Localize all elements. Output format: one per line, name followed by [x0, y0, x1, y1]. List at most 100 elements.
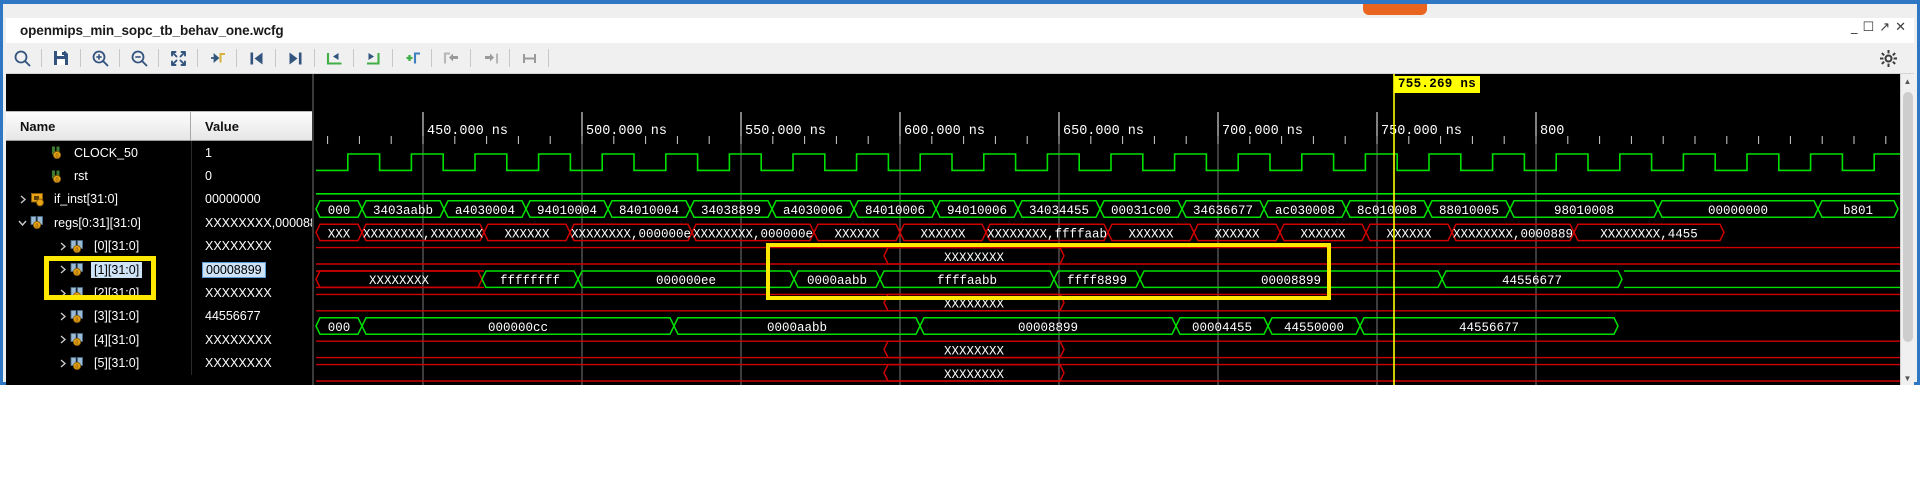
- vertical-scrollbar[interactable]: ▲ ▼: [1900, 74, 1914, 385]
- signal-value-cell[interactable]: XXXXXXXX: [191, 328, 312, 352]
- chevron-right-icon[interactable]: [54, 311, 70, 322]
- signal-name-cell[interactable]: 0 CLOCK_50: [6, 141, 191, 164]
- zoom-fit-icon[interactable]: [162, 44, 194, 72]
- signal-name-cell[interactable]: 0 [4][31:0]: [6, 328, 191, 351]
- column-header-value[interactable]: Value: [191, 112, 312, 140]
- signal-value-text: 0: [205, 169, 212, 184]
- next-transition-icon[interactable]: [279, 44, 311, 72]
- scroll-down-arrow-icon[interactable]: ▼: [1901, 371, 1914, 385]
- time-tick-label: 500.000 ns: [586, 124, 667, 139]
- waveform-canvas[interactable]: 450.000 ns 500.000 ns 550.000 ns 600.000 ns…: [314, 74, 1914, 385]
- measure-icon[interactable]: [513, 44, 545, 72]
- svg-text:0: 0: [55, 154, 58, 160]
- signal-value-cell[interactable]: 00008899: [191, 257, 312, 282]
- previous-transition-icon[interactable]: [240, 44, 272, 72]
- maximize-button[interactable]: ↗: [1879, 20, 1895, 35]
- reg3-bus-label: 00004455: [1192, 321, 1252, 335]
- signal-row[interactable]: 0 [5][31:0] XXXXXXXX: [6, 351, 312, 375]
- window-accent-pill: [1363, 4, 1427, 15]
- gear-icon[interactable]: [1872, 44, 1904, 72]
- if-inst-bus-label: a4030004: [455, 204, 515, 218]
- chevron-right-icon[interactable]: [54, 358, 70, 369]
- waveform-canvas-panel[interactable]: 450.000 ns 500.000 ns 550.000 ns 600.000 ns…: [314, 74, 1914, 385]
- signal-value-text: XXXXXXXX: [205, 239, 272, 254]
- close-button[interactable]: ✕: [1895, 20, 1911, 35]
- chevron-right-icon[interactable]: [54, 288, 70, 299]
- signal-value-cell[interactable]: 00000000: [191, 187, 312, 212]
- reg5-bus-label: XXXXXXXX: [944, 368, 1005, 382]
- go-to-time-icon[interactable]: [201, 44, 233, 72]
- add-divider-icon[interactable]: [396, 44, 428, 72]
- chevron-right-icon[interactable]: [14, 194, 30, 205]
- signal-row[interactable]: 0 rst 0: [6, 164, 312, 188]
- scrollbar-thumb[interactable]: [1903, 92, 1913, 342]
- regs-bus-label: XXXXXXXX,ffffaab: [987, 227, 1107, 241]
- logic-signal-icon: 0: [50, 169, 67, 184]
- if-inst-bus-label: 00031c00: [1111, 204, 1171, 218]
- signal-name-label: [2][31:0]: [94, 286, 140, 301]
- signal-name-cell[interactable]: 0 regs[0:31][31:0]: [6, 211, 191, 234]
- reg3-bus-label: 44550000: [1284, 321, 1344, 335]
- svg-text:0: 0: [36, 224, 39, 230]
- signal-value-cell[interactable]: XXXXXXXX: [191, 234, 312, 258]
- toolbar-separator: [431, 49, 432, 67]
- toolbar-separator: [353, 49, 354, 67]
- chevron-right-icon[interactable]: [54, 334, 70, 345]
- save-icon[interactable]: [45, 44, 77, 72]
- if-inst-bus-label: 94010004: [537, 204, 597, 218]
- toolbar-separator: [119, 49, 120, 67]
- toolbar-separator: [41, 49, 42, 67]
- scroll-up-arrow-icon[interactable]: ▲: [1901, 74, 1914, 88]
- signal-row[interactable]: 0 [1][31:0] 00008899: [6, 257, 312, 282]
- reg1-bus-label: 000000ee: [656, 274, 716, 288]
- signal-name-label: [3][31:0]: [94, 309, 140, 324]
- next-marker-icon[interactable]: [474, 44, 506, 72]
- signal-name-cell[interactable]: 0 [5][31:0]: [6, 352, 191, 375]
- signal-name-cell[interactable]: 0 [3][31:0]: [6, 305, 191, 328]
- signal-value-cell[interactable]: XXXXXXXX: [191, 351, 312, 375]
- array-signal-icon: 0: [70, 356, 87, 371]
- minimize-button[interactable]: _: [1851, 20, 1863, 35]
- signal-row[interactable]: 0 regs[0:31][31:0] XXXXXXXX,00008899,: [6, 211, 312, 235]
- move-marker-right-icon[interactable]: [357, 44, 389, 72]
- svg-text:0: 0: [76, 364, 79, 370]
- signal-value-cell[interactable]: 44556677: [191, 304, 312, 329]
- regs-bus-label: XXX: [328, 227, 351, 241]
- column-header-name[interactable]: Name: [6, 112, 191, 140]
- signal-row[interactable]: if_inst[31:0] 00000000: [6, 187, 312, 212]
- signal-value-cell[interactable]: XXXXXXXX,00008899,: [191, 211, 312, 235]
- toolbar: [6, 43, 1914, 74]
- signal-name-cell[interactable]: 0 [1][31:0]: [6, 258, 191, 281]
- search-icon[interactable]: [6, 44, 38, 72]
- chevron-down-icon[interactable]: [14, 217, 30, 228]
- array-signal-icon: 0: [70, 262, 87, 277]
- signal-name-cell[interactable]: 0 [2][31:0]: [6, 281, 191, 304]
- previous-marker-icon[interactable]: [435, 44, 467, 72]
- chevron-right-icon[interactable]: [54, 264, 70, 275]
- window-controls[interactable]: _☐↗✕: [1851, 20, 1911, 35]
- signal-row[interactable]: 0 [3][31:0] 44556677: [6, 304, 312, 329]
- signal-name-cell[interactable]: 0 [0][31:0]: [6, 235, 191, 258]
- chevron-right-icon[interactable]: [54, 241, 70, 252]
- signal-value-cell[interactable]: 1: [191, 141, 312, 165]
- signal-name-cell[interactable]: 0 rst: [6, 164, 191, 187]
- signal-row[interactable]: 0 [0][31:0] XXXXXXXX: [6, 234, 312, 258]
- svg-text:0: 0: [76, 270, 79, 276]
- signal-value-cell[interactable]: XXXXXXXX: [191, 281, 312, 305]
- signal-row[interactable]: 0 [4][31:0] XXXXXXXX: [6, 328, 312, 352]
- restore-button[interactable]: ☐: [1863, 20, 1880, 35]
- toolbar-separator: [80, 49, 81, 67]
- signal-name-label: CLOCK_50: [74, 145, 138, 160]
- signal-name-cell[interactable]: if_inst[31:0]: [6, 188, 191, 211]
- zoom-in-icon[interactable]: [84, 44, 116, 72]
- signal-value-cell[interactable]: 0: [191, 164, 312, 188]
- zoom-out-icon[interactable]: [123, 44, 155, 72]
- add-marker-left-icon[interactable]: [318, 44, 350, 72]
- signal-row[interactable]: 0 CLOCK_50 1: [6, 141, 312, 165]
- reg3-bus-label: 000: [328, 321, 351, 335]
- regs-bus-label: XXXXXXXX,000000e: [693, 227, 813, 241]
- reg1-bus-label: ffff8899: [1067, 274, 1127, 288]
- reg1-bus-label: ffffffff: [500, 274, 560, 288]
- array-signal-icon: 0: [70, 239, 87, 254]
- signal-row[interactable]: 0 [2][31:0] XXXXXXXX: [6, 281, 312, 305]
